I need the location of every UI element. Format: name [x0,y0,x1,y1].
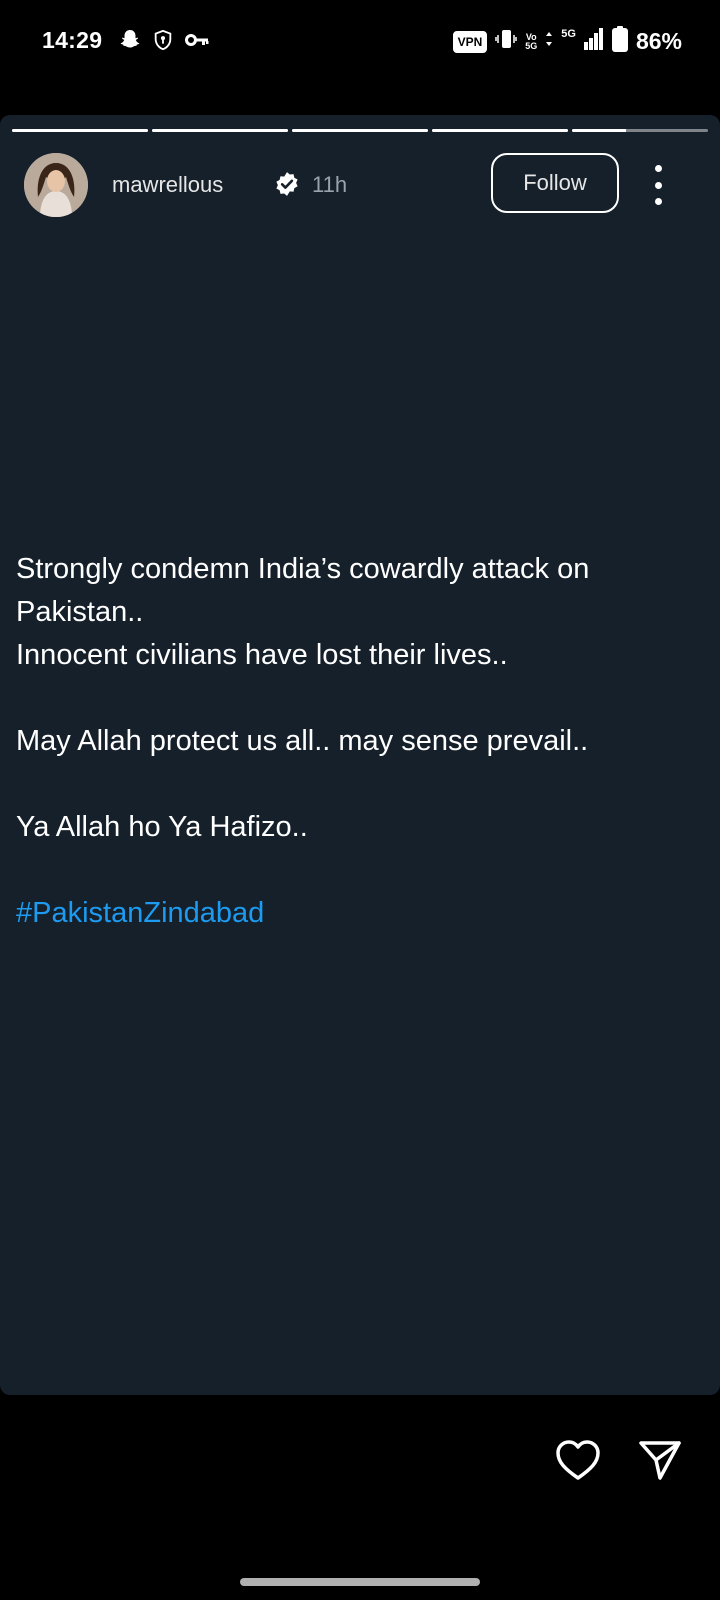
story-actions [554,1436,684,1484]
post-line: Ya Allah ho Ya Hafizo.. [16,811,308,843]
notification-icons [118,28,210,57]
post-line: Strongly condemn India’s cowardly attack… [16,553,590,585]
signal-icon [583,28,604,55]
story-header: mawrellous 11h Follow [24,153,696,217]
avatar[interactable] [24,153,88,217]
snapchat-icon [118,28,142,57]
follow-button[interactable]: Follow [491,153,619,213]
data-arrows-icon [545,31,553,52]
vibrate-icon [495,27,517,56]
story-card[interactable]: mawrellous 11h Follow Strongly condemn I… [0,115,720,1395]
vpn-badge: VPN [452,30,488,53]
post-line: Pakistan.. [16,596,144,628]
progress-segment [292,129,428,132]
network-type: 5G [561,27,576,40]
progress-segment [12,129,148,132]
key-icon [184,29,210,56]
post-line: Innocent civilians have lost their lives… [16,639,508,671]
post-text: Strongly condemn India’s cowardly attack… [16,548,696,935]
status-bar: 14:29 VPN Vo 5G 5G 86% [0,0,720,84]
volte-indicator: Vo 5G [525,31,538,51]
heart-icon[interactable] [554,1436,602,1484]
send-icon[interactable] [636,1436,684,1484]
hashtag-link[interactable]: #PakistanZindabad [16,892,696,935]
verified-badge-icon [274,171,300,197]
progress-segment [152,129,288,132]
post-time: 11h [312,172,348,197]
story-progress [12,129,708,132]
post-line: May Allah protect us all.. may sense pre… [16,725,589,757]
progress-segment [432,129,568,132]
status-time: 14:29 [42,27,103,53]
username[interactable]: mawrellous [112,172,223,198]
shield-icon [152,29,174,56]
battery-percent: 86% [635,28,682,54]
home-indicator[interactable] [240,1578,480,1586]
battery-icon [611,26,628,57]
more-options-icon[interactable] [648,165,668,205]
progress-segment [572,129,708,132]
system-indicators: VPN Vo 5G 5G 86% [452,26,682,57]
